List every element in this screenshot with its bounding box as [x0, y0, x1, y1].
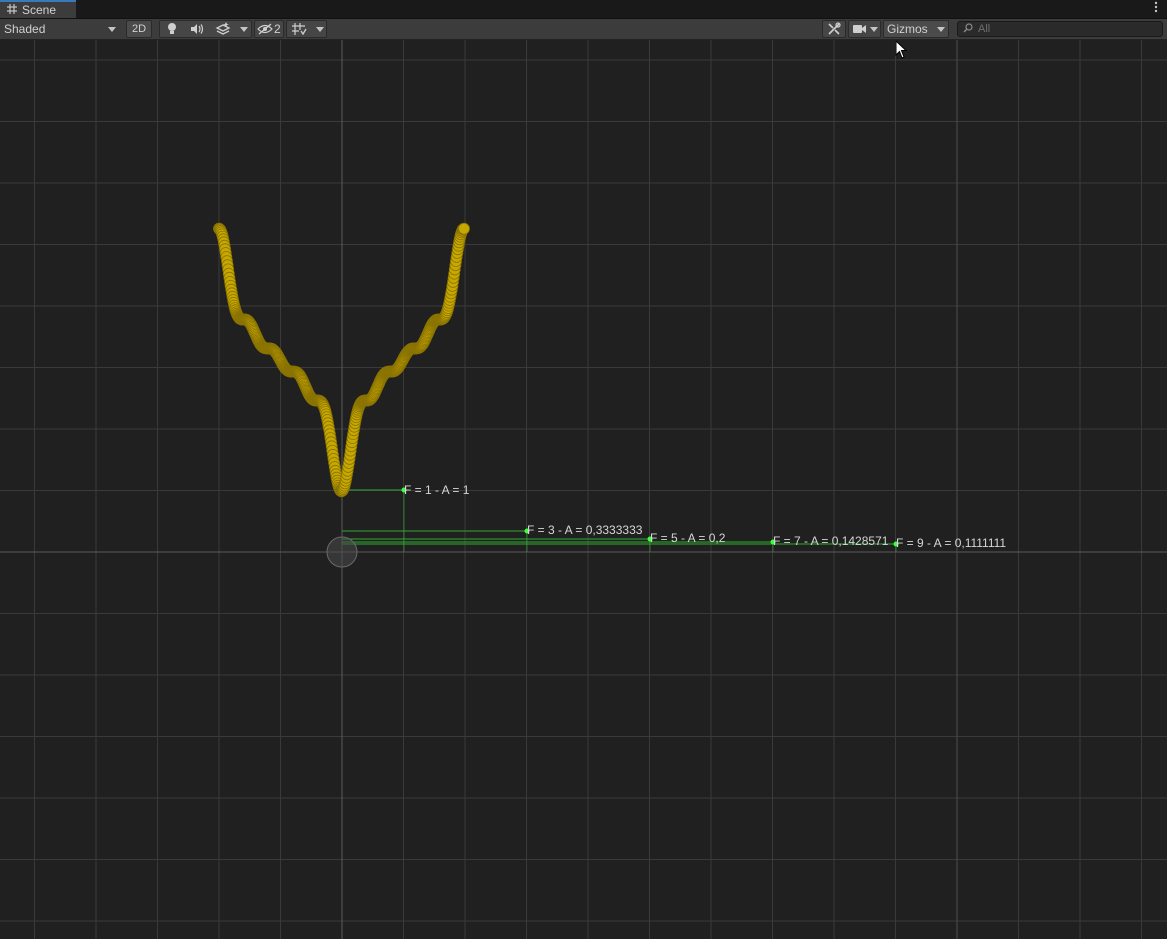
- vertical-ellipsis-icon[interactable]: [1151, 1, 1161, 16]
- tools-icon: [826, 21, 842, 37]
- chevron-down-icon: [937, 27, 945, 32]
- curve-sphere: [458, 222, 470, 235]
- search-input[interactable]: All: [957, 21, 1163, 37]
- lightbulb-icon[interactable]: [163, 21, 181, 37]
- layers-dropdown-chevron-icon[interactable]: [237, 21, 251, 37]
- shading-mode-dropdown[interactable]: Shaded: [0, 19, 121, 39]
- harmonic-label-1: F = 1 - A = 1: [401, 483, 470, 497]
- search-icon: [963, 22, 973, 36]
- scene-view-toggles: [159, 20, 252, 38]
- scene-viewport[interactable]: F = 1 - A = 1 F = 3 - A = 0,3333333 F = …: [0, 40, 1167, 939]
- harmonic-label-text: F = 1 - A = 1: [404, 483, 470, 497]
- harmonic-labels: F = 1 - A = 1 F = 3 - A = 0,3333333 F = …: [401, 483, 1006, 550]
- camera-chevron-icon: [868, 21, 880, 37]
- grid-hash-icon: [7, 3, 17, 17]
- eye-slash-icon: [257, 21, 273, 37]
- scene-visibility-toggle[interactable]: 2: [254, 20, 284, 38]
- harmonic-label-9: F = 9 - A = 0,1111111: [893, 536, 1006, 550]
- hidden-count-label: 2: [274, 22, 281, 36]
- chevron-down-icon: [108, 27, 116, 32]
- camera-settings-dropdown[interactable]: [848, 20, 881, 38]
- harmonic-label-text: F = 9 - A = 0,1111111: [896, 536, 1006, 550]
- harmonic-label-7: F = 7 - A = 0,1428571: [770, 534, 889, 548]
- mouse-cursor-icon: [895, 39, 908, 63]
- scene-toolbar: Shaded 2D 2 Gizmos All: [0, 19, 1167, 40]
- harmonic-label-3: F = 3 - A = 0,3333333: [524, 523, 643, 537]
- harmonic-label-5: F = 5 - A = 0,2: [647, 531, 726, 545]
- grid-dropdown-chevron-icon[interactable]: [313, 21, 327, 37]
- tools-toggle[interactable]: [822, 20, 846, 38]
- grid-snap-icon: [289, 21, 309, 37]
- gizmos-label: Gizmos: [887, 22, 928, 36]
- window-tab-bar: Scene: [0, 0, 1167, 19]
- scene-grid: [0, 40, 1167, 939]
- speaker-icon[interactable]: [187, 21, 207, 37]
- grid-snap-toggle[interactable]: [286, 20, 327, 38]
- tab-scene[interactable]: Scene: [0, 0, 76, 18]
- layers-fx-icon[interactable]: [212, 21, 234, 37]
- camera-icon: [851, 21, 869, 37]
- scene-origin-handle[interactable]: [326, 536, 358, 568]
- tab-label: Scene: [22, 3, 57, 17]
- toggle-2d-button[interactable]: 2D: [126, 20, 152, 38]
- harmonic-label-text: F = 7 - A = 0,1428571: [773, 534, 889, 548]
- search-placeholder: All: [978, 23, 991, 35]
- gizmos-dropdown[interactable]: Gizmos: [883, 20, 949, 38]
- shading-mode-label: Shaded: [4, 22, 46, 36]
- scene-canvas[interactable]: F = 1 - A = 1 F = 3 - A = 0,3333333 F = …: [0, 40, 1167, 939]
- harmonic-label-text: F = 5 - A = 0,2: [650, 531, 726, 545]
- harmonic-label-text: F = 3 - A = 0,3333333: [527, 523, 643, 537]
